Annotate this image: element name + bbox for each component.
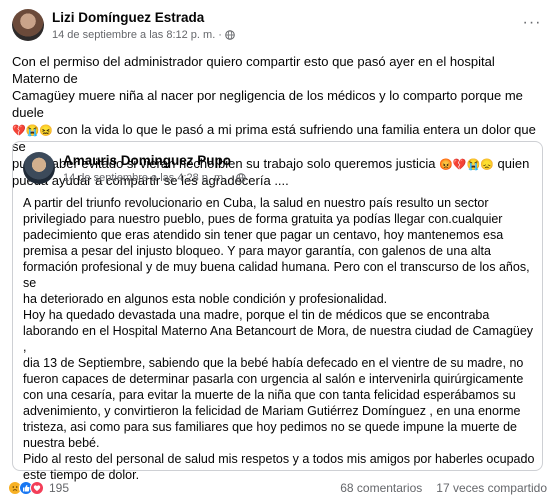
shared-text-line: A partir del triunfo revolucionario en C… (23, 196, 489, 210)
post-stats-bar: 195 68 comentarios 17 veces compartido (8, 478, 547, 498)
shared-text-line: advenimiento, y convirtieron la felicida… (23, 404, 521, 418)
shared-text-line: Pido al resto del personal de salud mis … (23, 452, 535, 466)
reactions-summary[interactable]: 195 (8, 481, 69, 495)
shared-text-line: premisa a pesar del injusto bloqueo. Y p… (23, 244, 491, 258)
globe-icon (236, 173, 246, 183)
shared-text-line: nuestra bebé. (23, 436, 100, 450)
shared-post-card[interactable]: Amauris Dominguez Pupo 14 de septiembre … (12, 141, 543, 482)
shared-text-line: tristeza, asi como para sus familiares q… (23, 420, 518, 434)
shared-text-line: padecimiento que eras atendido sin tener… (23, 228, 504, 242)
post-timestamp[interactable]: 14 de septiembre a las 8:12 p. m. (52, 29, 215, 41)
shared-text-line: dia 13 de Septiembre, sabiendo que la be… (23, 356, 524, 370)
comments-count-link[interactable]: 68 comentarios (340, 481, 422, 495)
post-text-line: Camagüey muere niña al nacer por neglige… (12, 88, 523, 120)
globe-icon (225, 30, 235, 40)
shared-author-name[interactable]: Amauris Dominguez Pupo (63, 153, 231, 168)
love-reaction-icon (30, 481, 44, 495)
post-header: Lizi Domínguez Estrada 14 de septiembre … (12, 8, 543, 44)
shared-text-line: formación profesional y de muy buena cal… (23, 260, 530, 290)
shared-text-line: privilegiado para nuestro pueblo, pues d… (23, 212, 503, 226)
shared-author-avatar[interactable] (23, 152, 55, 184)
shares-count-link[interactable]: 17 veces compartido (436, 481, 547, 495)
meta-separator: · (218, 29, 222, 41)
shared-text-line: con una cesaría, para evitar la muerte d… (23, 388, 516, 402)
shared-text-line: fueron capaces de determinar pasarla con… (23, 372, 524, 386)
shared-post-text: A partir del triunfo revolucionario en C… (23, 195, 535, 483)
post-text-line: Con el permiso del administrador quiero … (12, 54, 495, 86)
shared-text-line: Hoy ha quedado devastada una madre, porq… (23, 308, 490, 322)
more-options-icon: ··· (522, 14, 542, 31)
engagement-stats: 68 comentarios 17 veces compartido (340, 481, 547, 495)
emoji-group: 💔😭😖 (12, 125, 54, 137)
author-avatar[interactable] (12, 9, 44, 41)
shared-post-timestamp[interactable]: 14 de septiembre a las 4:28 p. m. (63, 172, 226, 184)
more-options-button[interactable]: ··· (521, 12, 543, 34)
shared-post-header: Amauris Dominguez Pupo 14 de septiembre … (23, 151, 533, 187)
reaction-count: 195 (49, 481, 70, 495)
post-meta: 14 de septiembre a las 8:12 p. m. · (52, 29, 235, 41)
shared-post-meta: 14 de septiembre a las 4:28 p. m. · (63, 172, 246, 184)
author-name[interactable]: Lizi Domínguez Estrada (52, 10, 204, 25)
meta-separator: · (229, 172, 233, 184)
shared-text-line: ha deteriorado en algunos esta noble con… (23, 292, 388, 306)
shared-text-line: laborando en el Hospital Materno Ana Bet… (23, 324, 534, 354)
